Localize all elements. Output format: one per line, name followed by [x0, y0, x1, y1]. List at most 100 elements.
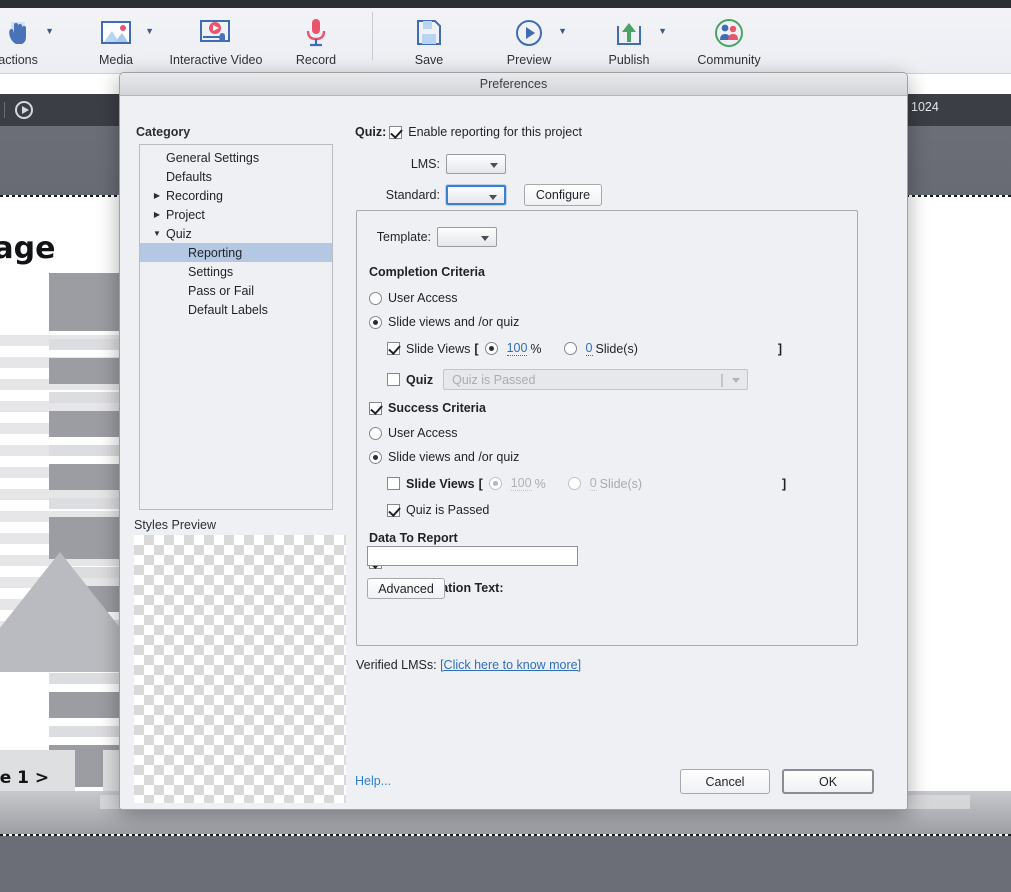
tree-item-general-settings[interactable]: General Settings — [140, 148, 332, 167]
tree-item-label: Settings — [188, 264, 234, 279]
ribbon-button-community[interactable]: Community — [679, 8, 779, 74]
ribbon-button-record[interactable]: Record — [266, 8, 366, 74]
template-row: Template: — [369, 227, 497, 247]
ribbon-button-interactions[interactable]: ractions ▼ — [0, 8, 66, 74]
ribbon-button-media[interactable]: Media ▼ — [66, 8, 166, 74]
success-percent-radio[interactable] — [488, 477, 502, 490]
verified-lms-label: Verified LMSs: — [356, 658, 437, 672]
category-label: Category — [136, 125, 191, 139]
chevron-down-icon[interactable]: ▼ — [558, 26, 567, 36]
verified-lms-link[interactable]: [Click here to know more] — [440, 658, 581, 672]
completion-slide-views-checkbox[interactable] — [387, 342, 400, 355]
bracket-open: [ — [478, 476, 483, 491]
lms-label: LMS: — [410, 157, 440, 171]
completion-percent-unit: % — [530, 341, 542, 356]
completion-slides-unit: Slide(s) — [595, 341, 638, 356]
tree-item-recording[interactable]: ▶ Recording — [140, 186, 332, 205]
standard-dropdown[interactable] — [446, 185, 506, 205]
success-user-access-option[interactable]: User Access — [369, 426, 457, 440]
success-slides-unit: Slide(s) — [599, 476, 643, 491]
completion-user-access-option[interactable]: User Access — [369, 291, 457, 305]
success-percent-unit: % — [534, 476, 546, 491]
tree-item-default-labels[interactable]: Default Labels — [140, 300, 332, 319]
success-slide-views-checkbox[interactable] — [387, 477, 400, 490]
tree-item-label: Reporting — [188, 245, 243, 260]
completion-slides-radio[interactable] — [563, 342, 577, 355]
tree-item-label: Project — [166, 207, 205, 222]
tree-item-label: Default Labels — [188, 302, 268, 317]
preferences-dialog: Preferences Category General Settings De… — [119, 72, 908, 810]
dialog-title: Preferences — [479, 77, 548, 91]
completion-quiz-dropdown[interactable]: Quiz is Passed — [443, 369, 749, 390]
tree-item-quiz[interactable]: ▼ Quiz — [140, 224, 332, 243]
template-label: Template: — [376, 230, 431, 244]
screen: ractions ▼ Media ▼ — [0, 0, 1011, 892]
image-icon — [99, 13, 133, 53]
completion-slideviews-quiz-radio[interactable] — [369, 315, 382, 329]
tree-item-label: General Settings — [166, 150, 260, 165]
ribbon-button-publish[interactable]: Publish ▼ — [579, 8, 679, 74]
ribbon-button-save[interactable]: Save — [379, 8, 479, 74]
success-user-access-radio[interactable] — [369, 426, 382, 440]
tree-item-pass-or-fail[interactable]: Pass or Fail — [140, 281, 332, 300]
tree-item-label: Quiz — [166, 226, 192, 241]
success-criteria-heading-row[interactable]: Success Criteria — [369, 401, 486, 415]
lms-init-text-input[interactable] — [367, 546, 578, 566]
ribbon-label: Save — [414, 53, 444, 67]
completion-slides-value[interactable]: 0 — [585, 341, 593, 356]
enable-reporting-checkbox[interactable] — [389, 125, 403, 139]
quiz-enable-row: Quiz: Enable reporting for this project — [355, 125, 582, 139]
ribbon-button-interactive-video[interactable]: Interactive Video — [166, 8, 266, 74]
floppy-disk-icon — [415, 13, 443, 53]
ruler-value: 1024 — [911, 99, 939, 114]
success-percent-value[interactable]: 100 — [510, 476, 532, 491]
tree-item-settings[interactable]: Settings — [140, 262, 332, 281]
chevron-right-icon[interactable]: ▶ — [148, 210, 166, 219]
success-slides-value[interactable]: 0 — [589, 476, 597, 491]
success-criteria-checkbox[interactable] — [369, 401, 382, 415]
chevron-down-icon[interactable]: ▼ — [658, 26, 667, 36]
completion-user-access-radio[interactable] — [369, 291, 382, 305]
chevron-down-icon[interactable]: ▼ — [145, 26, 154, 36]
success-user-access-label: User Access — [388, 426, 458, 440]
success-slides-radio[interactable] — [567, 477, 581, 490]
bracket-close: ] — [777, 341, 783, 356]
success-quiz-passed-checkbox[interactable] — [387, 503, 400, 517]
success-slideviews-quiz-option[interactable]: Slide views and /or quiz — [369, 450, 519, 464]
completion-percent-radio[interactable] — [484, 342, 498, 355]
chevron-down-icon[interactable]: ▼ — [148, 229, 166, 238]
category-tree[interactable]: General Settings Defaults ▶ Recording ▶ … — [139, 144, 333, 510]
completion-slideviews-quiz-option[interactable]: Slide views and /or quiz — [369, 315, 519, 329]
chevron-down-icon[interactable]: ▼ — [45, 26, 54, 36]
tree-item-reporting[interactable]: Reporting — [140, 243, 332, 262]
stage-play-icon[interactable] — [15, 101, 33, 119]
success-slide-views-label: Slide Views — [406, 476, 475, 491]
ribbon-label: Publish — [608, 53, 650, 67]
template-dropdown[interactable] — [437, 227, 497, 247]
tree-item-defaults[interactable]: Defaults — [140, 167, 332, 186]
help-link[interactable]: Help... — [355, 774, 391, 788]
chevron-right-icon[interactable]: ▶ — [148, 191, 166, 200]
styles-preview-canvas — [134, 535, 346, 803]
dialog-body: Category General Settings Defaults ▶ Rec… — [120, 96, 907, 809]
success-quiz-passed-row[interactable]: Quiz is Passed — [387, 503, 489, 517]
standard-row: Standard: Configure — [370, 184, 602, 206]
window-top-strip — [0, 0, 1011, 8]
completion-percent-value[interactable]: 100 — [506, 341, 528, 356]
lms-row: LMS: — [396, 154, 506, 174]
configure-button[interactable]: Configure — [524, 184, 602, 206]
dialog-title-bar: Preferences — [120, 73, 907, 96]
lms-dropdown[interactable] — [446, 154, 506, 174]
tree-item-project[interactable]: ▶ Project — [140, 205, 332, 224]
success-slide-views-row: Slide Views [ 100 % 0 Slide(s) ] — [387, 476, 790, 491]
completion-quiz-checkbox[interactable] — [387, 373, 400, 386]
slide-button[interactable]: ciple 1 > — [0, 750, 75, 791]
advanced-button[interactable]: Advanced — [367, 578, 445, 599]
verified-lms-row: Verified LMSs: [Click here to know more] — [356, 658, 581, 672]
cancel-button[interactable]: Cancel — [680, 769, 770, 794]
ok-button[interactable]: OK — [782, 769, 874, 794]
ribbon-button-preview[interactable]: Preview ▼ — [479, 8, 579, 74]
success-slideviews-quiz-radio[interactable] — [369, 450, 382, 464]
ribbon-label: ractions — [0, 53, 38, 67]
completion-slide-views-label: Slide Views — [406, 341, 471, 356]
